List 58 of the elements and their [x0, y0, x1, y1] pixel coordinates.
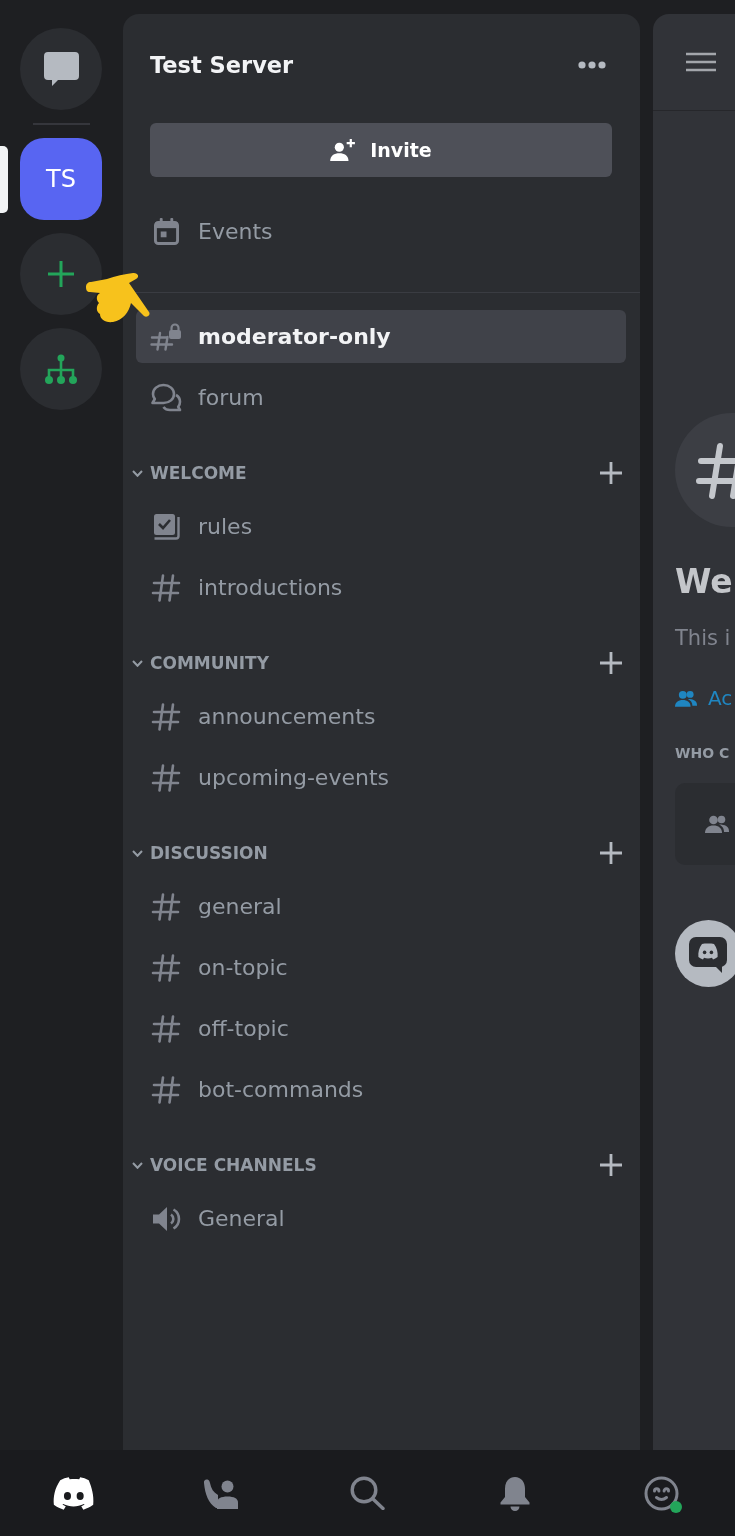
- speaker-icon: [151, 1205, 181, 1232]
- channel-item[interactable]: forum: [136, 371, 626, 424]
- server-button[interactable]: TS: [20, 138, 102, 220]
- search-icon[interactable]: [350, 1476, 385, 1510]
- hash-icon: [151, 573, 181, 602]
- channel-item[interactable]: bot-commands: [136, 1063, 626, 1116]
- hash-lock-icon: [150, 322, 182, 351]
- server-name: Test Server: [150, 51, 294, 80]
- hash-icon: [151, 892, 181, 921]
- hash-icon: [151, 702, 181, 731]
- category-header[interactable]: DISCUSSION: [132, 838, 622, 868]
- channel-item[interactable]: general: [136, 880, 626, 933]
- speech-bubbles-icon: [150, 383, 182, 412]
- channel-item[interactable]: rules: [136, 500, 626, 553]
- category-header[interactable]: COMMUNITY: [132, 648, 622, 678]
- add-person-icon: [330, 139, 357, 161]
- network-tree-icon: [44, 353, 78, 385]
- link[interactable]: Ac: [708, 685, 733, 711]
- chevron-down-icon: [132, 469, 143, 477]
- selection-indicator: [0, 145, 8, 213]
- logo-icon[interactable]: [52, 1476, 95, 1510]
- chevron-down-icon: [132, 659, 143, 667]
- welcome-title: We: [675, 562, 733, 602]
- hash-icon: [151, 1075, 181, 1104]
- hash-icon: [151, 953, 181, 982]
- channel-item[interactable]: introductions: [136, 561, 626, 614]
- menu-icon[interactable]: [686, 52, 716, 72]
- channel-item[interactable]: off-topic: [136, 1002, 626, 1055]
- channel-item[interactable]: moderator-only: [136, 310, 626, 363]
- people-icon: [705, 815, 729, 833]
- people-icon: [675, 689, 697, 707]
- chevron-down-icon: [132, 849, 143, 857]
- channel-item[interactable]: announcements: [136, 690, 626, 743]
- waving-person-icon[interactable]: [202, 1477, 239, 1509]
- welcome-text: This i: [675, 625, 731, 652]
- more-options-icon[interactable]: [578, 61, 606, 69]
- calendar-icon: [153, 218, 179, 245]
- channel-item[interactable]: General: [136, 1192, 626, 1245]
- events-item[interactable]: Events: [136, 205, 626, 258]
- plus-icon: [47, 260, 75, 288]
- smiley-face-icon[interactable]: [644, 1475, 679, 1511]
- category-header[interactable]: VOICE CHANNELS: [132, 1150, 622, 1180]
- chat-bubble-icon: [43, 52, 79, 86]
- channel-item[interactable]: upcoming-events: [136, 751, 626, 804]
- plus-icon[interactable]: [600, 1154, 622, 1176]
- bell-icon[interactable]: [498, 1475, 531, 1511]
- section-heading: WHO C: [675, 744, 730, 763]
- plus-icon[interactable]: [600, 462, 622, 484]
- plus-icon[interactable]: [600, 652, 622, 674]
- plus-icon[interactable]: [600, 842, 622, 864]
- invite-button[interactable]: Invite: [150, 123, 612, 177]
- category-header[interactable]: WELCOME: [132, 458, 622, 488]
- hash-icon: [151, 763, 181, 792]
- checked-book-icon: [152, 512, 180, 541]
- pointing-hand-icon: [85, 270, 151, 324]
- channel-item[interactable]: on-topic: [136, 941, 626, 994]
- chevron-down-icon: [132, 1161, 143, 1169]
- hash-icon: [151, 1014, 181, 1043]
